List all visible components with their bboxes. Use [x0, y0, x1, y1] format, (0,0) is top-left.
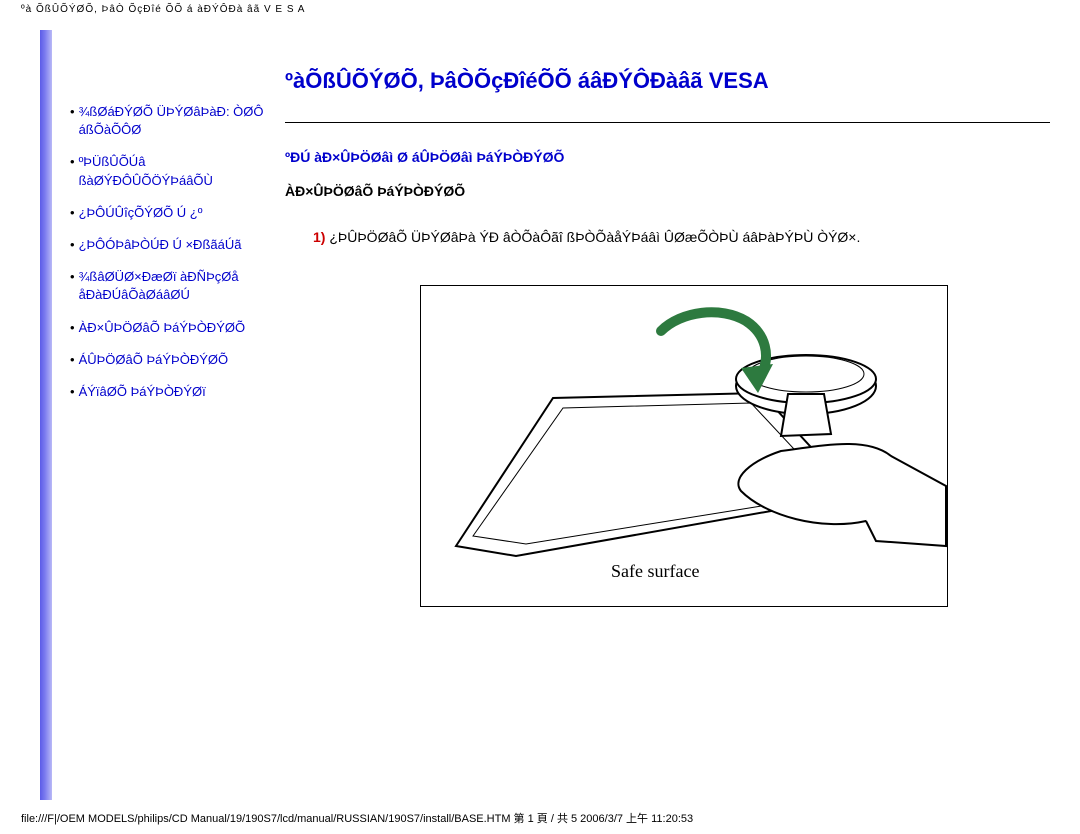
bullet-icon: • [70, 204, 75, 222]
sidebar-link-7[interactable]: ÁÝïâØÕ ÞáÝÞÒÐÝØï [79, 383, 206, 401]
bullet-icon: • [70, 236, 75, 254]
bullet-icon: • [70, 383, 75, 401]
page-container: • ¾ßØáÐÝØÕ ÜÞÝØâÞàÐ: ÒØÔ áßÕàÕÔØ • ºÞÜßÛ… [40, 30, 1070, 800]
sidebar: • ¾ßØáÐÝØÕ ÜÞÝØâÞàÐ: ÒØÔ áßÕàÕÔØ • ºÞÜßÛ… [60, 30, 275, 800]
sidebar-item: • ÁÝïâØÕ ÞáÝÞÒÐÝØï [70, 383, 265, 401]
page-title: ºàÕßÛÕÝØÕ, ÞâÒÕçÐîéÕÕ áâÐÝÔÐàâã VESA [285, 68, 1050, 94]
sidebar-link-4[interactable]: ¾ßâØÜØ×ÐæØï àÐÑÞçØå åÐàÐÚâÕàØáâØÚ [79, 268, 265, 304]
sidebar-item: • ¾ßâØÜØ×ÐæØï àÐÑÞçØå åÐàÐÚâÕàØáâØÚ [70, 268, 265, 304]
subtitle: ºÐÚ àÐ×ÛÞÖØâì Ø áÛÞÖØâì ÞáÝÞÒÐÝØÕ [285, 149, 1050, 165]
sidebar-link-5[interactable]: ÀÐ×ÛÞÖØâÕ ÞáÝÞÒÐÝØÕ [79, 319, 246, 337]
bullet-icon: • [70, 319, 75, 337]
step-number: 1) [313, 229, 325, 245]
sidebar-item: • ÀÐ×ÛÞÖØâÕ ÞáÝÞÒÐÝØÕ [70, 319, 265, 337]
step-body: ¿ÞÛÞÖØâÕ ÜÞÝØâÞà ÝÐ âÒÕàÔãî ßÞÒÕàåÝÞáâì … [329, 229, 860, 245]
sidebar-item: • ºÞÜßÛÕÚâ ßàØÝÐÔÛÕÖÝÞáâÕÙ [70, 153, 265, 189]
bullet-icon: • [70, 351, 75, 369]
illustration-frame: Safe surface [420, 285, 948, 607]
sidebar-link-2[interactable]: ¿ÞÔÚÛîçÕÝØÕ Ú ¿º [79, 204, 203, 222]
sidebar-item: • ¾ßØáÐÝØÕ ÜÞÝØâÞàÐ: ÒØÔ áßÕàÕÔØ [70, 103, 265, 139]
illustration-label: Safe surface [611, 561, 699, 582]
sidebar-item: • ÁÛÞÖØâÕ ÞáÝÞÒÐÝØÕ [70, 351, 265, 369]
monitor-base-illustration [421, 286, 948, 607]
sidebar-link-0[interactable]: ¾ßØáÐÝØÕ ÜÞÝØâÞàÐ: ÒØÔ áßÕàÕÔØ [79, 103, 265, 139]
bullet-icon: • [70, 268, 75, 304]
footer-path: file:///F|/OEM MODELS/philips/CD Manual/… [21, 810, 693, 826]
step-text: 1) ¿ÞÛÞÖØâÕ ÜÞÝØâÞà ÝÐ âÒÕàÔãî ßÞÒÕàåÝÞá… [313, 229, 1050, 245]
gap [52, 30, 60, 800]
bullet-icon: • [70, 103, 75, 139]
section-label: ÀÐ×ÛÞÖØâÕ ÞáÝÞÒÐÝØÕ [285, 183, 1050, 199]
divider [285, 122, 1050, 123]
header-path: ºà ÕßÛÕÝØÕ, ÞâÒ ÕçÐîé ÕÕ á àÐÝÔÐà âã V E… [21, 4, 305, 15]
sidebar-item: • ¿ÞÔÓÞâÞÒÚÐ Ú ×ÐßãáÚã [70, 236, 265, 254]
main-content: ºàÕßÛÕÝØÕ, ÞâÒÕçÐîéÕÕ áâÐÝÔÐàâã VESA ºÐÚ… [275, 30, 1070, 800]
sidebar-link-6[interactable]: ÁÛÞÖØâÕ ÞáÝÞÒÐÝØÕ [79, 351, 229, 369]
bullet-icon: • [70, 153, 75, 189]
sidebar-item: • ¿ÞÔÚÛîçÕÝØÕ Ú ¿º [70, 204, 265, 222]
sidebar-link-3[interactable]: ¿ÞÔÓÞâÞÒÚÐ Ú ×ÐßãáÚã [79, 236, 242, 254]
sidebar-link-1[interactable]: ºÞÜßÛÕÚâ ßàØÝÐÔÛÕÖÝÞáâÕÙ [79, 153, 265, 189]
left-gradient-bar [40, 30, 52, 800]
